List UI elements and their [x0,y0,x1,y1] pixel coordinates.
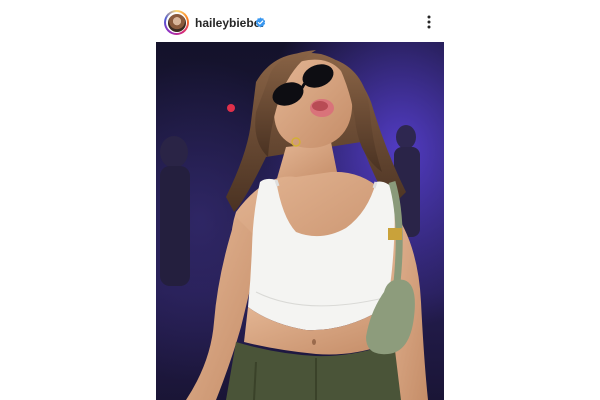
bg-person [160,136,188,168]
more-options-icon [427,15,431,29]
bg-light [227,104,235,112]
post-photo-illustration [156,42,444,400]
avatar-image [167,13,186,32]
avatar[interactable] [164,10,189,35]
post-header: haileybieber [156,8,444,38]
post-photo[interactable] [156,42,444,400]
more-options-button[interactable] [418,10,440,34]
avatar-border [166,12,187,33]
verified-badge-icon [255,17,266,28]
